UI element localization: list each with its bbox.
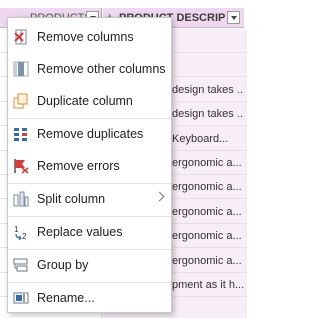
table-cell[interactable]: design takes ... [172, 108, 244, 120]
menu-item-label: Duplicate column [37, 94, 133, 108]
rename-icon [13, 290, 29, 306]
group-by-icon [13, 257, 29, 273]
replace-values-icon: 1 2 [13, 224, 29, 241]
remove-columns-icon [13, 29, 29, 45]
menu-item-duplicate-column[interactable]: Duplicate column [8, 87, 171, 115]
menu-item-split-column[interactable]: Split column [8, 185, 171, 213]
menu-item-label: Remove errors [37, 159, 120, 173]
menu-separator [8, 282, 171, 283]
power-query-stage: PRODUCTSSCODE AB PRODUCT DESCRIPTION des… [0, 0, 247, 318]
table-cell[interactable]: ergonomic a... [172, 255, 244, 267]
table-cell[interactable]: pment as it h... [172, 279, 244, 291]
menu-item-label: Split column [37, 192, 106, 206]
split-column-icon [13, 191, 29, 207]
menu-item-label: Replace values [37, 225, 123, 239]
table-cell[interactable]: ergonomic a... [172, 157, 244, 169]
menu-item-label: Group by [37, 258, 89, 272]
menu-item-label: Remove columns [37, 30, 134, 44]
table-cell[interactable]: ergonomic a... [172, 181, 244, 193]
menu-item-remove-duplicates[interactable]: Remove duplicates [8, 120, 171, 148]
menu-separator [8, 183, 171, 184]
menu-item-replace-values[interactable]: 1 2 Replace values [8, 218, 171, 246]
table-cell[interactable]: ergonomic a... [172, 206, 244, 218]
menu-item-group-by[interactable]: Group by [8, 251, 171, 279]
remove-other-columns-icon [13, 61, 29, 77]
svg-text:2: 2 [22, 232, 27, 240]
menu-item-rename[interactable]: Rename... [8, 284, 171, 312]
table-cell[interactable]: design takes ... [172, 84, 244, 96]
menu-item-label: Remove other columns [37, 62, 166, 76]
menu-item-label: Rename... [37, 291, 95, 305]
menu-item-remove-errors[interactable]: Remove errors [8, 152, 171, 180]
menu-separator [8, 216, 171, 217]
chevron-right-icon [154, 191, 165, 202]
column-filter-dropdown[interactable] [227, 11, 240, 24]
duplicate-column-icon [13, 93, 29, 109]
remove-duplicates-icon [13, 126, 29, 142]
table-cell[interactable]: ergonomic a... [172, 230, 244, 242]
menu-item-label: Remove duplicates [37, 127, 144, 141]
svg-text:1: 1 [14, 225, 19, 234]
menu-separator [8, 249, 171, 250]
remove-errors-icon [13, 158, 29, 174]
menu-item-remove-columns[interactable]: Remove columns [8, 23, 171, 51]
table-cell[interactable]: Keyboard... [172, 133, 244, 145]
menu-item-remove-other-columns[interactable]: Remove other columns [8, 55, 171, 83]
menu-separator [8, 118, 171, 119]
column-context-menu: Remove columns Remove other columns Dupl… [7, 17, 172, 313]
